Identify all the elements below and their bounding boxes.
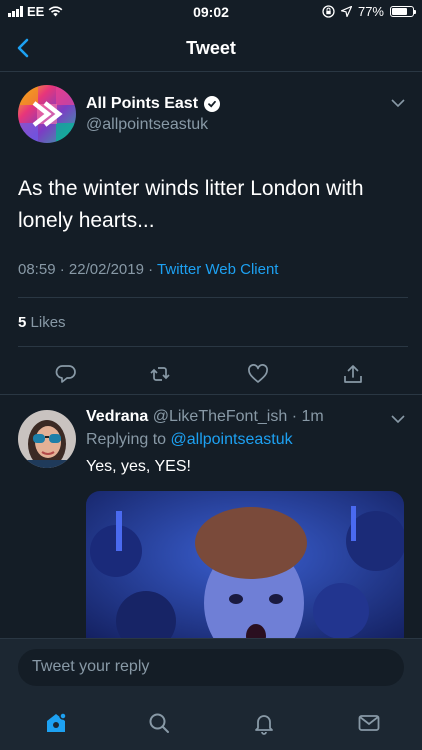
tweet-time: 08:59 (18, 261, 56, 278)
reply-composer: Tweet your reply (0, 638, 422, 691)
battery-percentage: 77% (357, 4, 384, 19)
battery-fill (392, 8, 408, 15)
author-handle[interactable]: @allpointseastuk (86, 116, 208, 134)
replying-to-link[interactable]: @allpointseastuk (171, 431, 293, 448)
reply-input[interactable]: Tweet your reply (18, 649, 404, 686)
reply-age: 1m (301, 408, 324, 425)
reply-author-name: Vedrana (86, 408, 149, 425)
likes-count[interactable]: 5 Likes (18, 314, 66, 331)
chevron-down-icon[interactable] (390, 97, 406, 109)
tweet-actions (0, 363, 422, 385)
likes-label: Likes (30, 314, 66, 331)
reply-media-gif[interactable] (86, 491, 404, 640)
reply-avatar[interactable] (18, 410, 76, 468)
rotation-lock-icon (322, 5, 335, 18)
reply-author[interactable]: Vedrana @LikeTheFont_ish · 1m (86, 408, 324, 426)
tweet-text: As the winter winds litter London with l… (18, 177, 364, 232)
reply-author-handle: @LikeTheFont_ish (152, 408, 288, 425)
author-name[interactable]: All Points East (86, 95, 221, 113)
divider (18, 346, 408, 347)
tweet-date: 22/02/2019 (68, 261, 144, 278)
divider (18, 297, 408, 298)
all-points-east-logo (18, 85, 76, 143)
reply-text: Yes, yes, YES! (86, 458, 191, 475)
status-right: 77% (322, 4, 416, 19)
retweet-icon[interactable] (149, 363, 171, 385)
reply-icon[interactable] (55, 363, 77, 385)
notifications-icon[interactable] (252, 711, 276, 735)
meta-separator: · (148, 261, 154, 278)
tweet-client-link[interactable]: Twitter Web Client (157, 261, 278, 278)
replying-to: Replying to @allpointseastuk (86, 431, 293, 449)
verified-icon (204, 96, 221, 112)
battery-icon (390, 6, 416, 17)
user-photo (18, 410, 76, 468)
nav-bar: Tweet (0, 24, 422, 72)
meta-separator: · (287, 408, 302, 425)
meta-separator: · (59, 261, 65, 278)
author-name-text: All Points East (86, 95, 199, 112)
likes-number: 5 (18, 314, 27, 331)
messages-icon[interactable] (357, 711, 381, 735)
tab-bar (0, 691, 422, 750)
tweet-meta: 08:59 · 22/02/2019 · Twitter Web Client (18, 261, 278, 278)
like-icon[interactable] (247, 363, 269, 385)
replying-prefix: Replying to (86, 431, 167, 448)
author-avatar[interactable] (18, 85, 76, 143)
location-icon (340, 6, 352, 17)
gif-image (86, 491, 404, 640)
search-icon[interactable] (147, 711, 171, 735)
status-bar: EE 09:02 77% (0, 0, 422, 24)
reply-tweet[interactable]: Vedrana @LikeTheFont_ish · 1m Replying t… (0, 395, 422, 640)
chevron-down-icon[interactable] (390, 413, 406, 425)
share-icon[interactable] (342, 363, 364, 385)
page-title: Tweet (186, 38, 236, 58)
home-icon[interactable] (44, 711, 68, 735)
